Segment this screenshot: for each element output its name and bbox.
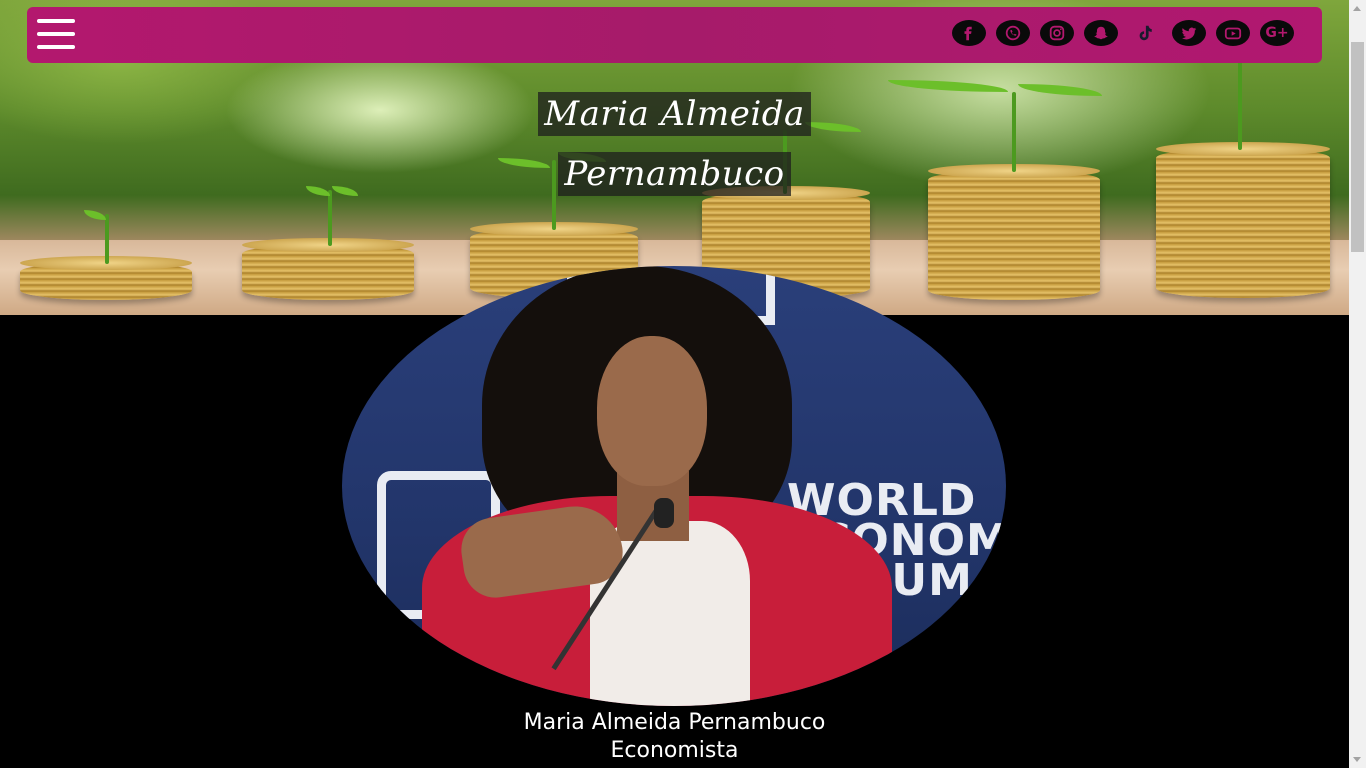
leaf (84, 210, 106, 220)
profile-portrait: WORLDECONOMICFORUM (342, 266, 1006, 706)
scroll-down-icon[interactable] (1353, 757, 1361, 762)
face (597, 336, 707, 486)
coin-stack (20, 256, 192, 300)
profile-name: Maria Almeida Pernambuco (523, 710, 826, 735)
google-plus-icon[interactable]: G+ (1260, 20, 1294, 46)
whatsapp-icon[interactable] (996, 20, 1030, 46)
snapchat-icon[interactable] (1084, 20, 1118, 46)
scrollbar-thumb[interactable] (1351, 42, 1364, 252)
microphone-icon (654, 498, 674, 528)
scroll-up-icon[interactable] (1353, 6, 1361, 11)
youtube-icon[interactable] (1216, 20, 1250, 46)
leaf (888, 80, 1008, 92)
profile-role: Economista (610, 738, 739, 763)
hero-title-line-2: Pernambuco (558, 152, 791, 196)
instagram-icon[interactable] (1040, 20, 1074, 46)
google-plus-glyph: G+ (1265, 25, 1289, 41)
sprout (105, 214, 109, 264)
coin-stack (242, 238, 414, 300)
sprout (328, 190, 332, 246)
vertical-scrollbar[interactable] (1349, 0, 1366, 768)
hero-title-line-1: Maria Almeida (538, 92, 811, 136)
hero-title-line-2-wrap: Pernambuco (0, 152, 1349, 196)
tiktok-icon[interactable] (1128, 20, 1162, 46)
profile-caption: Maria Almeida Pernambuco Economista (0, 709, 1349, 765)
hero-title-line-1-wrap: Maria Almeida (0, 92, 1349, 136)
top-navbar: G+ (27, 7, 1322, 63)
twitter-icon[interactable] (1172, 20, 1206, 46)
facebook-icon[interactable] (952, 20, 986, 46)
hamburger-menu-icon[interactable] (37, 19, 75, 51)
social-links: G+ (952, 20, 1294, 50)
